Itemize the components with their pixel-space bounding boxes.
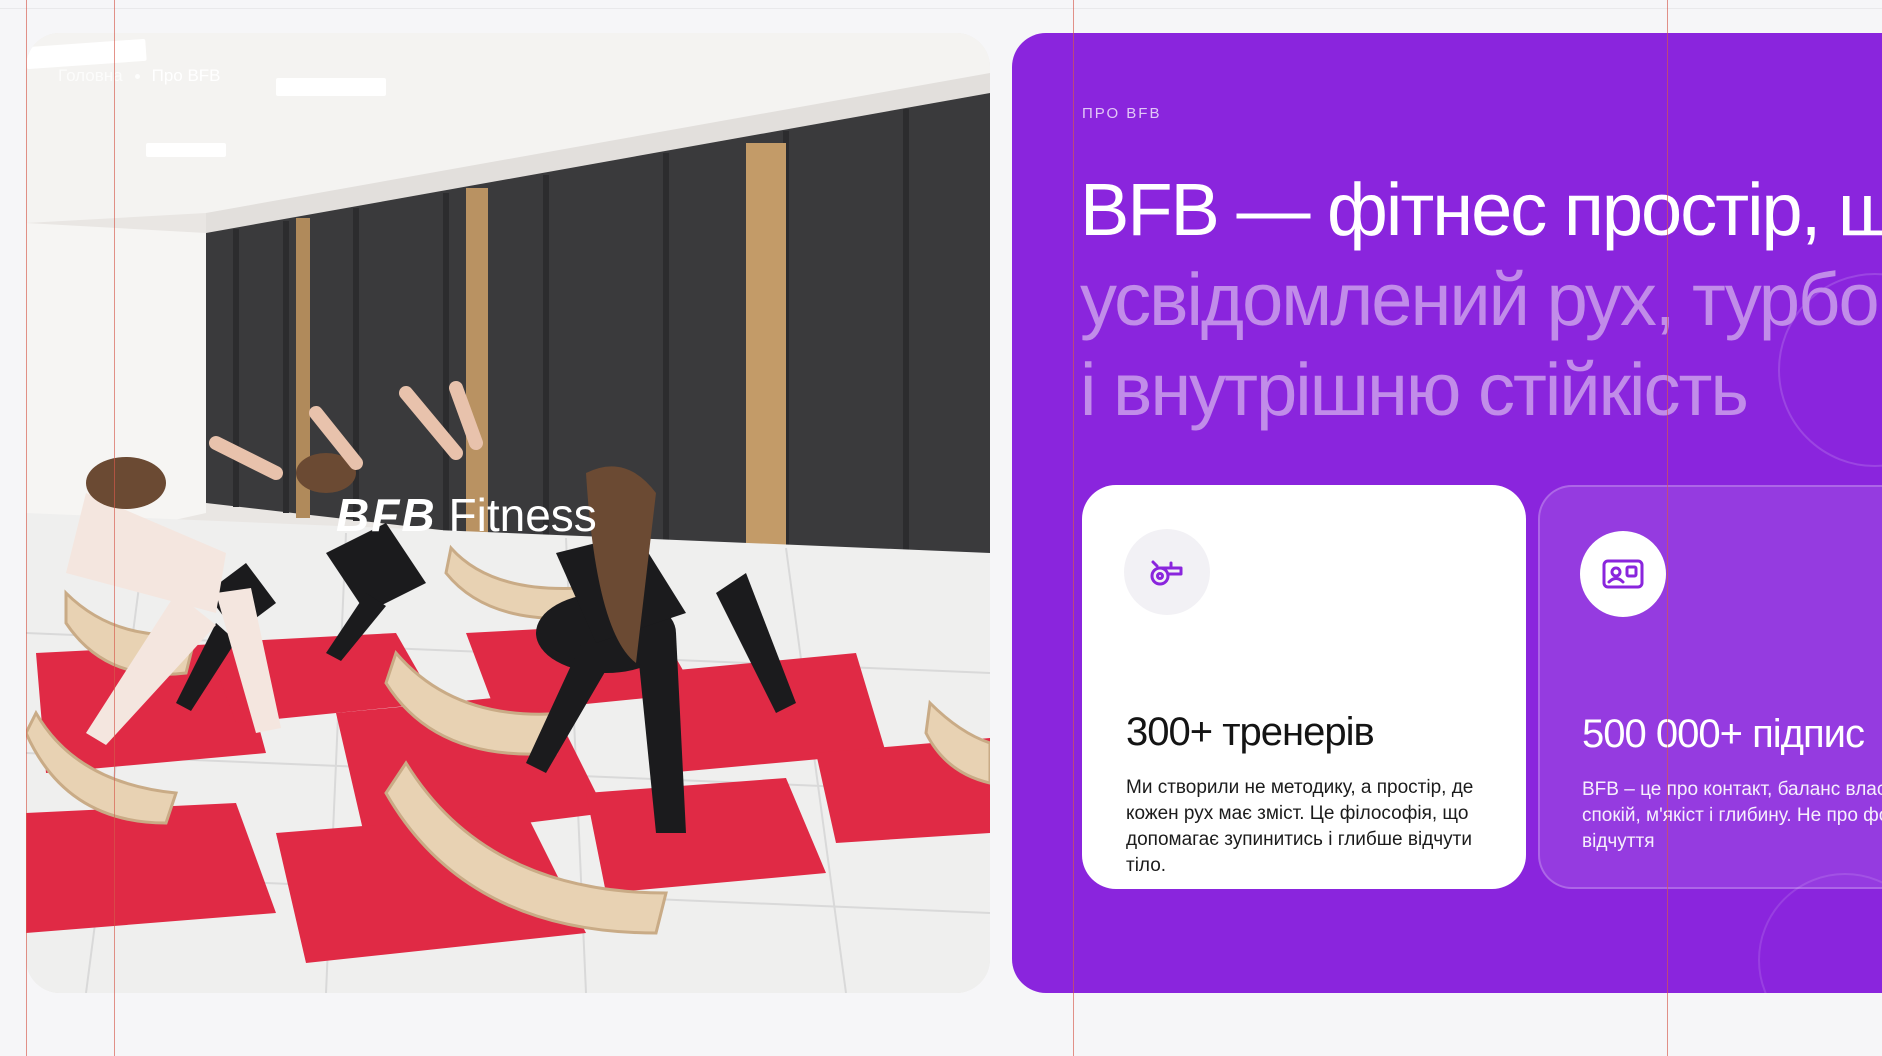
breadcrumb-separator (134, 73, 140, 79)
whistle-icon (1124, 529, 1210, 615)
headline-secondary-line: усвідомлений рух, турбо (1080, 258, 1880, 341)
layout-guide-line (1667, 0, 1668, 1056)
breadcrumb-current: Про BFB (151, 66, 221, 85)
layout-guide-line (1073, 0, 1074, 1056)
stat-card-trainers: 300+ тренерів Ми створили не методику, а… (1082, 485, 1526, 889)
hero-photo: Головна Про BFB BFB Fitness (26, 33, 990, 993)
breadcrumb-home-link[interactable]: Головна (58, 66, 123, 86)
section-headline: BFB — фітнес простір, що усвідомлений ру… (1080, 165, 1882, 435)
layout-guide-line (26, 0, 27, 1056)
stat-card-subscribers: 500 000+ підпис BFB – це про контакт, ба… (1538, 485, 1882, 889)
card-title: 500 000+ підпис (1582, 712, 1865, 756)
logo-suffix: Fitness (448, 489, 597, 541)
headline-primary: BFB — фітнес простір, що (1080, 168, 1882, 251)
top-divider (0, 8, 1882, 9)
card-title: 300+ тренерів (1126, 710, 1375, 754)
about-section: ПРО BFB BFB — фітнес простір, що усвідом… (1012, 33, 1882, 993)
layout-guide-line (114, 0, 115, 1056)
section-eyebrow: ПРО BFB (1082, 105, 1162, 122)
logo-brand: BFB (336, 489, 437, 541)
card-description: Ми створили не методику, а простір, де к… (1126, 777, 1474, 876)
decorative-circle (1758, 873, 1882, 993)
breadcrumb: Головна Про BFB (58, 66, 221, 86)
card-description: BFB – це про контакт, баланс власний рит… (1582, 779, 1882, 852)
headline-secondary-line: і внутрішню стійкість (1080, 348, 1749, 431)
bfb-fitness-logo: BFB Fitness (336, 488, 597, 542)
id-card-icon (1580, 531, 1666, 617)
